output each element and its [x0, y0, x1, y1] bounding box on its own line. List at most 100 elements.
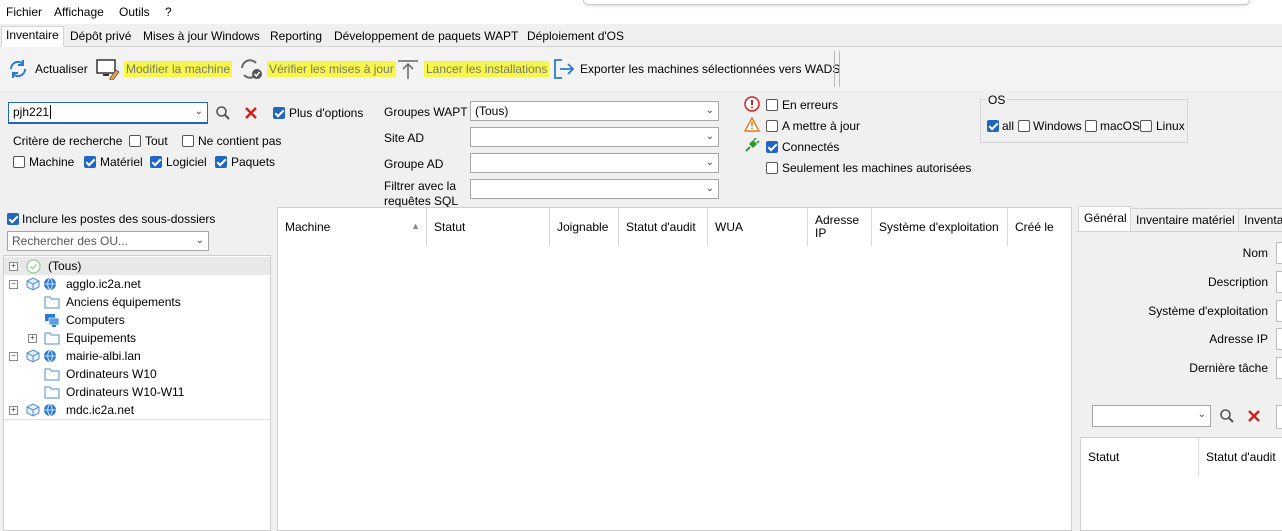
launch-installs-button[interactable]: Lancer les installations — [396, 58, 550, 80]
collapse-icon[interactable]: − — [9, 352, 18, 361]
machine-checkbox[interactable] — [13, 156, 25, 168]
tab-inventaire-materiel[interactable]: Inventaire matériel — [1130, 208, 1241, 231]
chevron-down-icon: ⌄ — [705, 183, 714, 194]
wapt-groups-select[interactable]: (Tous) ⌄ — [470, 101, 719, 121]
authorized-only-checkbox[interactable] — [766, 162, 778, 174]
column-header-statut[interactable]: Statut — [1081, 438, 1199, 476]
field-description[interactable] — [1276, 271, 1282, 293]
tab-developpement-paquets[interactable]: Développement de paquets WAPT — [330, 28, 522, 46]
column-header-created[interactable]: Créé le — [1008, 208, 1071, 246]
menu-fichier[interactable]: Fichier — [6, 5, 42, 19]
tree-item-ou[interactable]: + Equipements — [4, 329, 270, 347]
more-options-label: Plus d'options — [289, 106, 364, 120]
details-filter-button[interactable] — [1276, 405, 1282, 429]
chevron-down-icon[interactable]: ⌄ — [195, 103, 203, 121]
field-nom[interactable] — [1276, 242, 1282, 264]
packages-label: Paquets — [231, 155, 276, 169]
warning-icon — [744, 117, 760, 132]
ad-group-label: Groupe AD — [384, 157, 444, 171]
tree-item-all[interactable]: + (Tous) — [4, 257, 270, 275]
folder-icon — [44, 386, 60, 399]
not-contains-checkbox[interactable] — [182, 135, 194, 147]
ad-group-select[interactable]: ⌄ — [470, 153, 719, 173]
field-last-task[interactable] — [1276, 357, 1282, 379]
clear-search-button[interactable] — [243, 105, 259, 124]
tab-inventaire[interactable]: Inventaire — [1, 26, 64, 47]
os-all-checkbox[interactable] — [987, 120, 999, 132]
field-ip[interactable] — [1276, 328, 1282, 350]
search-button[interactable] — [215, 105, 231, 124]
tree-item-ou[interactable]: Anciens équipements — [4, 293, 270, 311]
tab-inventaire-logiciel[interactable]: Inventa — [1238, 208, 1282, 231]
main-tabs: Inventaire Dépôt privé Mises à jour Wind… — [0, 24, 1282, 47]
tree-item-label: Anciens équipements — [66, 295, 181, 309]
os-all-label: all — [1002, 119, 1015, 133]
column-header-audit[interactable]: Statut d'audit — [1199, 438, 1282, 476]
hardware-label: Matériel — [100, 155, 143, 169]
os-macos-checkbox[interactable] — [1085, 120, 1097, 132]
tree-item-ou[interactable]: Ordinateurs W10-W11 — [4, 383, 270, 401]
chevron-down-icon: ⌄ — [705, 157, 714, 168]
sql-filter-select[interactable]: ⌄ — [470, 179, 719, 199]
collapse-icon[interactable]: − — [9, 280, 18, 289]
field-os[interactable] — [1276, 300, 1282, 322]
export-wads-label: Exporter les machines sélectionnées vers… — [580, 62, 841, 76]
tree-item-domain[interactable]: − agglo.ic2a.net — [4, 275, 270, 293]
tree-item-ou[interactable]: Ordinateurs W10 — [4, 365, 270, 383]
computers-icon — [45, 314, 60, 327]
column-header-audit[interactable]: Statut d'audit — [619, 208, 708, 246]
tree-item-label: Ordinateurs W10-W11 — [66, 385, 185, 399]
field-label-ip: Adresse IP — [1209, 332, 1268, 346]
column-header-wua[interactable]: WUA — [708, 208, 808, 246]
connected-label: Connectés — [782, 140, 840, 154]
column-header-joignable[interactable]: Joignable — [550, 208, 619, 246]
tab-reporting[interactable]: Reporting — [266, 28, 326, 46]
column-header-label: Système d'exploitation — [879, 220, 999, 234]
tab-deploiement-os[interactable]: Déploiement d'OS — [523, 28, 628, 46]
column-header-ip[interactable]: Adresse IP — [808, 208, 872, 246]
tab-mises-a-jour-windows[interactable]: Mises à jour Windows — [139, 28, 264, 46]
tree-item-domain[interactable]: − mairie-albi.lan — [4, 347, 270, 365]
all-checkbox[interactable] — [129, 135, 141, 147]
tree-item-ou[interactable]: Computers — [4, 311, 270, 329]
ou-search-placeholder: Rechercher des OU... — [12, 234, 129, 248]
more-options-checkbox[interactable] — [273, 107, 285, 119]
errors-checkbox[interactable] — [766, 99, 778, 111]
hardware-checkbox[interactable] — [84, 156, 96, 168]
ou-search-input[interactable]: Rechercher des OU... ⌄ — [7, 231, 209, 251]
refresh-label: Actualiser — [35, 62, 88, 76]
overlay-window-edge — [583, 0, 1250, 5]
refresh-button[interactable]: Actualiser — [7, 58, 88, 80]
globe-icon — [44, 349, 56, 363]
details-search-button[interactable] — [1219, 408, 1235, 427]
check-updates-button[interactable]: Vérifier les mises à jour — [239, 58, 396, 80]
tree-item-domain[interactable]: + mdc.ic2a.net — [4, 401, 270, 419]
menu-affichage[interactable]: Affichage — [54, 5, 104, 19]
column-header-os[interactable]: Système d'exploitation — [872, 208, 1008, 246]
software-checkbox[interactable] — [150, 156, 162, 168]
column-header-machine[interactable]: Machine ▲ — [278, 208, 427, 246]
ad-site-select[interactable]: ⌄ — [470, 127, 719, 147]
check-updates-label: Vérifier les mises à jour — [267, 61, 396, 77]
os-windows-checkbox[interactable] — [1018, 120, 1030, 132]
expand-icon[interactable]: + — [9, 262, 18, 271]
to-update-checkbox[interactable] — [766, 120, 778, 132]
tab-depot-prive[interactable]: Dépôt privé — [66, 28, 135, 46]
edit-machine-button[interactable]: Modifier la machine — [96, 58, 233, 80]
os-linux-checkbox[interactable] — [1140, 120, 1152, 132]
globe-icon — [44, 403, 56, 417]
expand-icon[interactable]: + — [28, 334, 37, 343]
packages-checkbox[interactable] — [215, 156, 227, 168]
menu-help[interactable]: ? — [165, 5, 172, 19]
export-wads-button[interactable]: Exporter les machines sélectionnées vers… — [552, 58, 840, 80]
expand-icon[interactable]: + — [9, 406, 18, 415]
details-clear-button[interactable] — [1246, 408, 1262, 427]
details-filter-select[interactable]: ⌄ — [1092, 405, 1211, 427]
menu-outils[interactable]: Outils — [119, 5, 150, 19]
include-subfolders-checkbox[interactable] — [7, 213, 19, 225]
search-input[interactable]: pjh221 ⌄ — [8, 102, 208, 124]
box-icon — [26, 349, 40, 363]
column-header-statut[interactable]: Statut — [427, 208, 550, 246]
tab-general[interactable]: Général — [1078, 206, 1133, 232]
connected-checkbox[interactable] — [766, 141, 778, 153]
